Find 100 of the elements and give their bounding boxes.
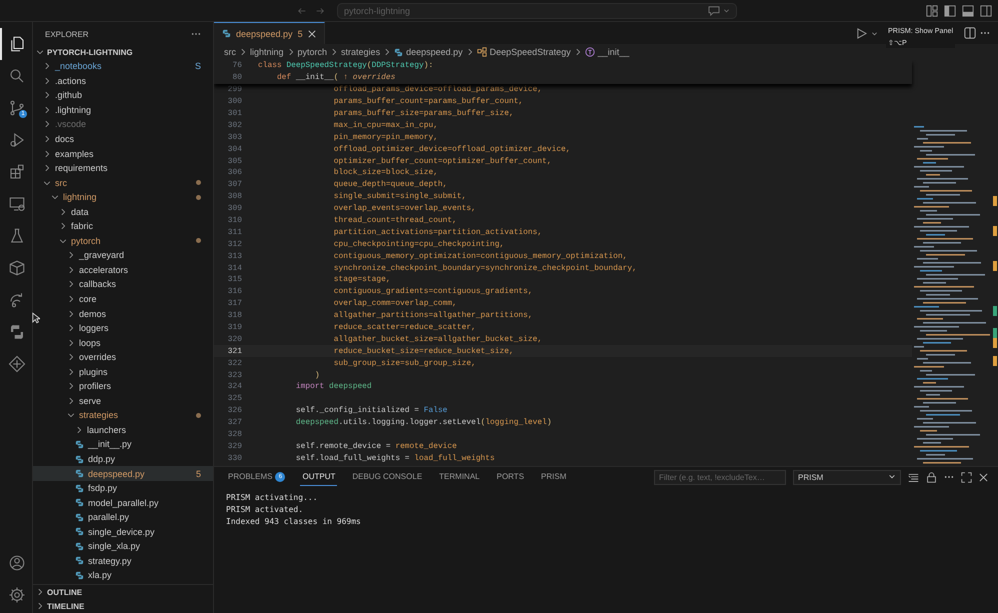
breadcrumb-item[interactable]: DeepSpeedStrategy <box>490 47 571 57</box>
folder-item[interactable]: src <box>33 175 213 190</box>
panel-tab[interactable]: OUTPUT <box>300 468 338 486</box>
folder-item[interactable]: .lightning <box>33 102 213 118</box>
channel-dropdown[interactable]: PRISM <box>793 470 901 484</box>
python-file-icon <box>75 542 84 551</box>
folder-item[interactable]: fabric <box>33 219 213 234</box>
folder-item[interactable]: pytorch <box>33 234 213 248</box>
secondary-sidebar-icon[interactable] <box>980 4 992 16</box>
python-file-icon <box>75 498 84 508</box>
workspace-header[interactable]: PYTORCH-LIGHTNING <box>33 45 213 59</box>
caret-icon[interactable] <box>723 7 730 14</box>
breadcrumb-item[interactable]: src <box>224 47 236 57</box>
maximize-icon[interactable] <box>961 472 972 482</box>
more-icon[interactable] <box>980 31 990 35</box>
python-file-icon <box>75 454 84 464</box>
modified-dot <box>196 180 201 186</box>
folder-item[interactable]: lightning <box>33 190 213 204</box>
modified-dot <box>196 238 201 244</box>
explorer-title: EXPLORER <box>45 30 89 38</box>
status-letter: 5 <box>196 468 201 479</box>
file-item[interactable]: parallel.py <box>33 510 213 524</box>
folder-item[interactable]: examples <box>33 146 213 161</box>
file-item[interactable]: ddp.py <box>33 452 213 466</box>
flask-icon[interactable] <box>8 227 26 245</box>
folder-item[interactable]: serve <box>33 394 213 408</box>
diamond-icon[interactable] <box>8 355 26 373</box>
source-control-icon[interactable] <box>8 99 26 117</box>
caret-icon[interactable] <box>871 30 878 36</box>
panel-tab[interactable]: PRISM <box>539 468 568 486</box>
file-item[interactable]: xla.py <box>33 568 213 583</box>
box-icon[interactable] <box>8 259 26 277</box>
folder-item[interactable]: overrides <box>33 350 213 364</box>
file-item[interactable]: single_xla.py <box>33 539 213 554</box>
file-item[interactable]: strategy.py <box>33 554 213 568</box>
folder-item[interactable]: .github <box>33 88 213 103</box>
more-icon[interactable] <box>191 32 201 36</box>
file-item[interactable]: single_device.py <box>33 524 213 540</box>
folder-item[interactable]: requirements <box>33 160 213 176</box>
python-icon[interactable] <box>8 323 26 341</box>
sidebar-toggle-icon[interactable] <box>944 4 956 16</box>
breadcrumb-item[interactable]: strategies <box>341 47 380 57</box>
folder-item[interactable]: docs <box>33 132 213 146</box>
chevron-down-icon <box>36 48 44 56</box>
file-item[interactable]: __init__.py <box>33 437 213 452</box>
folder-item[interactable]: _notebooks S <box>33 59 213 74</box>
folder-item[interactable]: loops <box>33 335 213 350</box>
more-icon[interactable] <box>944 475 954 479</box>
folder-item[interactable]: core <box>33 292 213 306</box>
settings-icon[interactable] <box>8 586 26 604</box>
chevron-right-icon <box>286 48 295 56</box>
lock-icon[interactable] <box>926 472 937 482</box>
section-header[interactable]: OUTLINE <box>33 585 213 599</box>
folder-item[interactable]: strategies <box>33 408 213 423</box>
panel-tab[interactable]: TERMINAL <box>437 468 482 486</box>
folder-item[interactable]: data <box>33 204 213 220</box>
monitor-icon[interactable] <box>8 195 26 213</box>
editor-tab[interactable]: deepspeed.py 5 <box>214 22 325 44</box>
layout-icon[interactable] <box>926 4 938 16</box>
modified-dot <box>196 412 201 418</box>
panel-toggle-icon[interactable] <box>962 4 974 16</box>
extensions-icon[interactable] <box>8 163 26 181</box>
close-icon[interactable] <box>308 30 316 38</box>
chevron-down-icon <box>67 411 75 420</box>
python-file-icon <box>75 527 84 536</box>
class-symbol-icon <box>476 47 487 57</box>
breadcrumb-item[interactable]: deepspeed.py <box>406 47 463 57</box>
split-editor-icon[interactable] <box>964 27 976 39</box>
breadcrumb-item[interactable]: __init__ <box>598 47 630 57</box>
folder-item[interactable]: profilers <box>33 379 213 394</box>
run-debug-icon[interactable] <box>8 131 26 149</box>
breadcrumb-item[interactable]: lightning <box>250 47 284 57</box>
python-file-icon <box>394 48 404 56</box>
panel-tab[interactable]: PORTS <box>494 468 526 486</box>
folder-item[interactable]: launchers <box>33 422 213 438</box>
files-icon[interactable] <box>8 35 26 53</box>
section-header[interactable]: TIMELINE <box>33 599 213 613</box>
python-file-icon <box>75 469 84 478</box>
folder-item[interactable]: accelerators <box>33 262 213 278</box>
file-item[interactable]: fsdp.py <box>33 480 213 496</box>
folder-item[interactable]: .actions <box>33 74 213 88</box>
folder-item[interactable]: callbacks <box>33 277 213 292</box>
clear-output-icon[interactable] <box>908 472 919 482</box>
panel-tab[interactable]: DEBUG CONSOLE <box>350 468 424 486</box>
account-icon[interactable] <box>8 554 26 572</box>
chevron-right-icon <box>574 48 582 56</box>
file-item[interactable]: deepspeed.py 5 <box>33 466 213 481</box>
python-file-icon <box>75 440 84 449</box>
folder-item[interactable]: _graveyard <box>33 248 213 263</box>
folder-item[interactable]: loggers <box>33 320 213 336</box>
folder-item[interactable]: plugins <box>33 364 213 380</box>
close-icon[interactable] <box>979 472 988 482</box>
chat-bubble-icon[interactable] <box>708 6 720 16</box>
file-item[interactable]: model_parallel.py <box>33 495 213 510</box>
output-line: PRISM activating... <box>226 493 319 504</box>
run-icon[interactable] <box>856 28 867 38</box>
breadcrumb-item[interactable]: pytorch <box>298 47 328 57</box>
chevron-right-icon <box>466 48 474 56</box>
search-icon[interactable] <box>8 67 26 85</box>
filter-field[interactable]: Filter (e.g. text, !excludeTex… <box>654 470 786 484</box>
